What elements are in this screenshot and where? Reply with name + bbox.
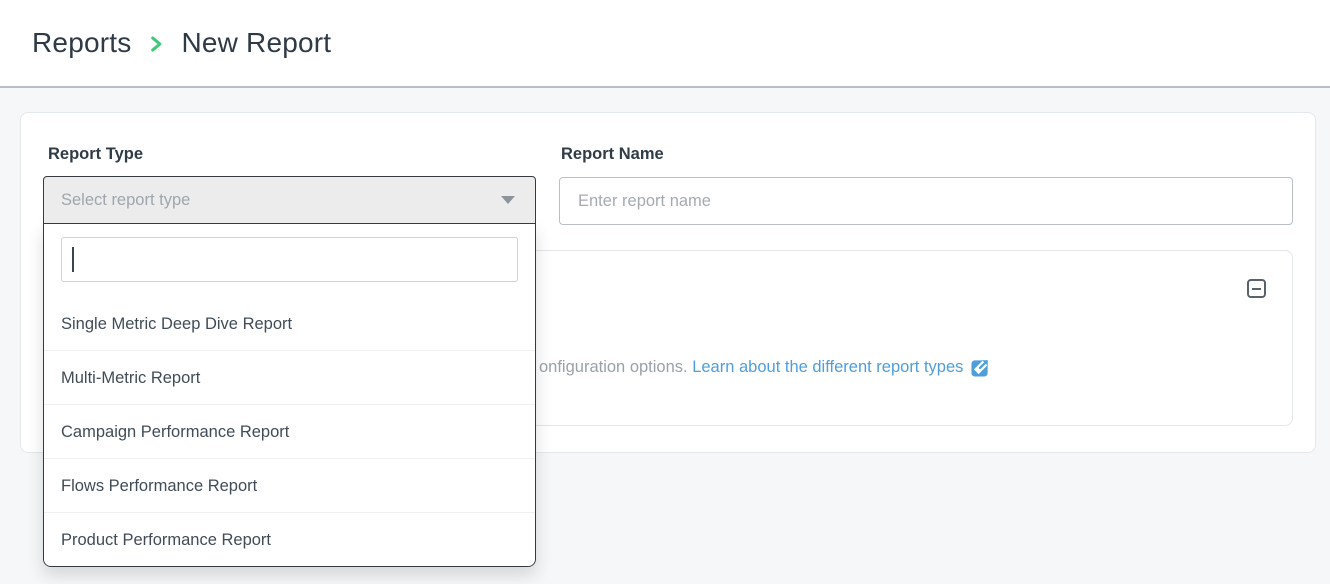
minus-icon xyxy=(1252,288,1261,290)
report-types-link[interactable]: Learn about the different report types xyxy=(692,356,963,378)
collapse-panel-button[interactable] xyxy=(1247,279,1266,298)
report-type-label: Report Type xyxy=(48,145,143,164)
config-hint-text: onfiguration options. Learn about the di… xyxy=(539,356,990,378)
caret-down-icon xyxy=(501,196,515,204)
report-type-placeholder: Select report type xyxy=(61,191,501,210)
option-multi-metric[interactable]: Multi-Metric Report xyxy=(44,351,535,405)
option-flows-performance[interactable]: Flows Performance Report xyxy=(44,459,535,513)
report-name-input[interactable] xyxy=(559,177,1293,225)
option-product-performance[interactable]: Product Performance Report xyxy=(44,513,535,567)
report-type-dropdown: Single Metric Deep Dive Report Multi-Met… xyxy=(43,224,536,567)
chevron-right-icon xyxy=(149,33,163,55)
hint-text-fragment: onfiguration options. xyxy=(539,356,692,378)
external-link-icon[interactable] xyxy=(971,358,990,377)
dropdown-search-box[interactable] xyxy=(61,237,518,282)
breadcrumb: Reports New Report xyxy=(32,0,331,86)
page-header: Reports New Report xyxy=(0,0,1330,88)
report-type-select[interactable]: Select report type xyxy=(43,176,536,224)
breadcrumb-item-new-report: New Report xyxy=(181,27,331,59)
report-name-label: Report Name xyxy=(561,145,664,164)
breadcrumb-item-reports[interactable]: Reports xyxy=(32,27,131,59)
option-single-metric-deep-dive[interactable]: Single Metric Deep Dive Report xyxy=(44,297,535,351)
dropdown-search-input[interactable] xyxy=(74,250,508,269)
dropdown-options-list: Single Metric Deep Dive Report Multi-Met… xyxy=(44,297,535,567)
option-campaign-performance[interactable]: Campaign Performance Report xyxy=(44,405,535,459)
